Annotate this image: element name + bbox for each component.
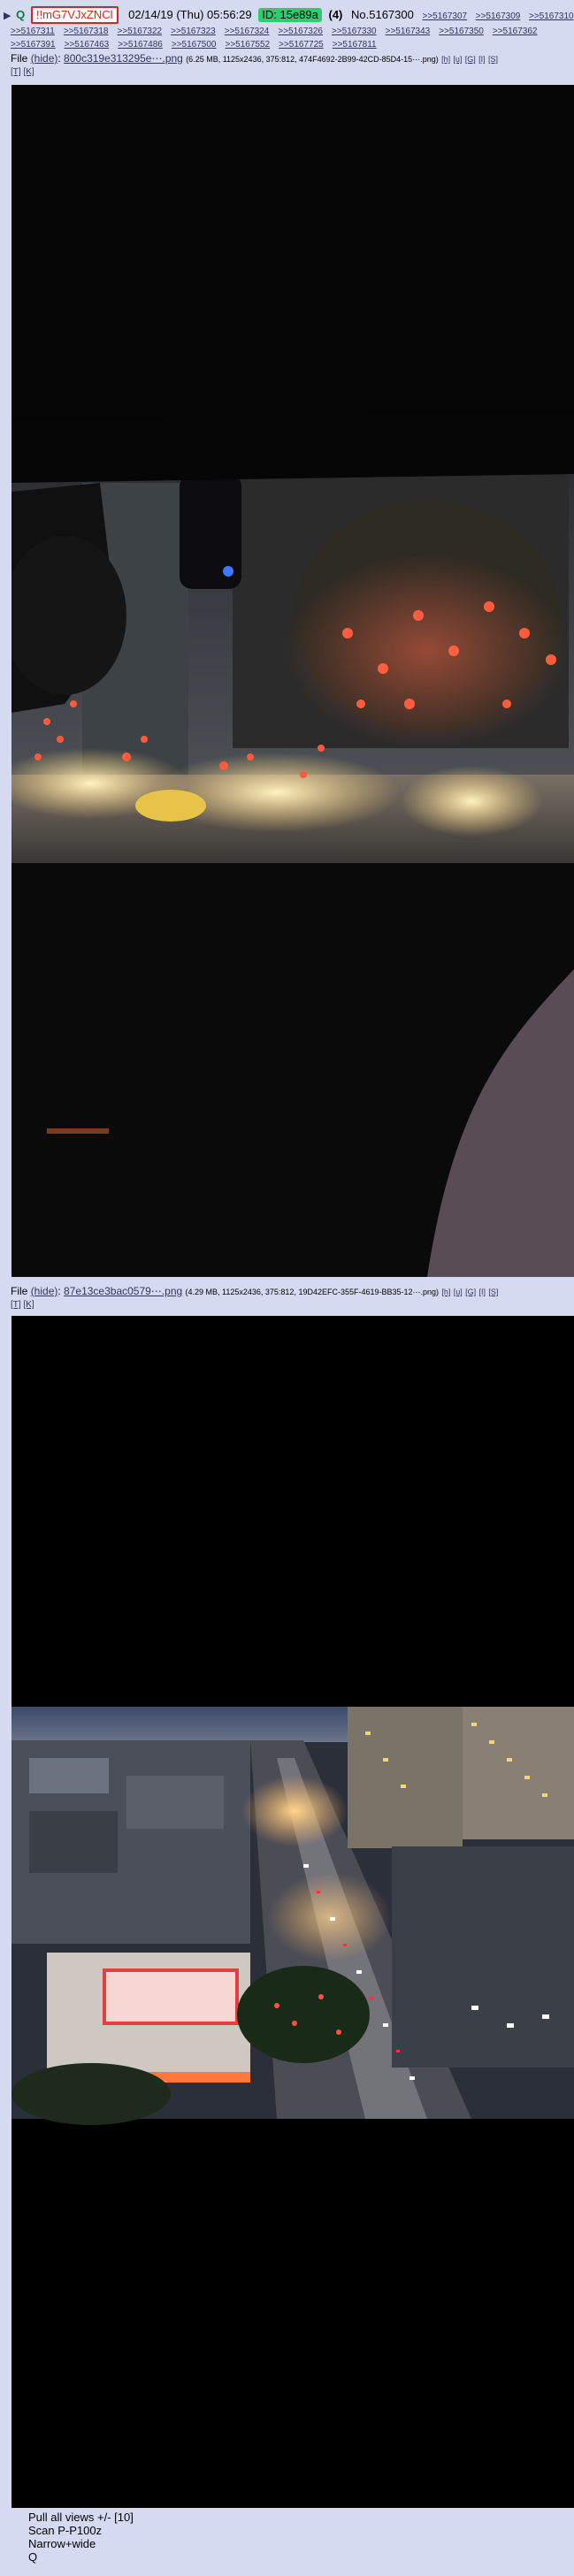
reply-link[interactable]: >>5167391 [11,40,56,50]
file-tool-h[interactable]: [h] [441,1288,450,1296]
post-arrow-icon[interactable]: ▶ [4,11,11,21]
reply-links-row: >>5167391 >>5167463 >>5167486 >>5167500 >>51… [11,38,570,51]
reply-link[interactable]: >>5167811 [333,40,377,50]
reply-link[interactable]: >>5167725 [279,40,324,50]
post-body-line-4: Q [28,2550,38,2564]
reply-link[interactable]: >>5167322 [118,27,163,36]
post-body-line-1: Pull all views +/- [10] [28,2511,134,2524]
file-tool-i[interactable]: [I] [478,1288,486,1296]
file-meta[interactable]: (6.25 MB, 1125x2436, 375:812, 474F4692-2… [186,55,439,64]
reply-link[interactable]: >>5167486 [118,40,163,50]
tripcode: !!mG7VJxZNCl [30,6,119,24]
tool-t-link[interactable]: [T] [11,1300,21,1310]
reply-link[interactable]: >>5167307 [422,11,467,21]
post-body-line-2: Scan P-P100z [28,2524,103,2537]
file-tool-s[interactable]: [S] [488,1288,498,1296]
aerial-city-photo [11,1316,574,2508]
reply-link[interactable]: >>5167324 [225,27,270,36]
reply-link[interactable]: >>5167326 [278,27,323,36]
post-number[interactable]: No.5167300 [351,8,414,21]
file-info-1: File (hide): 800c319e313295e⋯.png (6.25 … [11,52,499,65]
file-tools-extra: [T] [K] [11,1298,570,1312]
reply-link[interactable]: >>5167350 [439,27,484,36]
file-label: File [11,52,28,65]
reply-link[interactable]: >>5167463 [65,40,110,50]
file-tool-u[interactable]: [u] [453,55,462,64]
file-tool-g[interactable]: [G] [465,55,476,64]
reply-link[interactable]: >>5167323 [171,27,216,36]
reply-link[interactable]: >>5167310 [529,11,574,21]
file-label: File [11,1285,28,1297]
reply-link[interactable]: >>5167362 [493,27,538,36]
post-container: ▶ Q !!mG7VJxZNCl 02/14/19 (Thu) 05:56:29… [0,0,574,2576]
file-meta[interactable]: (4.29 MB, 1125x2436, 375:812, 19D42EFC-3… [186,1288,440,1296]
night-street-photo [11,85,574,1277]
post-image-2[interactable] [11,1316,574,2508]
post-image-1[interactable] [11,85,574,1277]
post-header: ▶ Q !!mG7VJxZNCl 02/14/19 (Thu) 05:56:29… [4,5,574,25]
tool-k-link[interactable]: [K] [23,1300,34,1310]
reply-link[interactable]: >>5167309 [476,11,521,21]
reply-link[interactable]: >>5167552 [226,40,271,50]
poster-id-count: (4) [328,8,343,21]
thread-tools: [T] [K] [11,65,570,80]
file-tool-s[interactable]: [S] [488,55,498,64]
q-badge: Q [16,8,26,21]
reply-link[interactable]: >>5167343 [386,27,431,36]
file-tool-g[interactable]: [G] [465,1288,476,1296]
file-info-2: File (hide): 87e13ce3bac0579⋯.png (4.29 … [11,1285,499,1297]
file-tool-i[interactable]: [I] [478,55,486,64]
post-body-line-3: Narrow+wide [28,2537,96,2550]
reply-link[interactable]: >>5167311 [11,27,55,36]
hide-file-link[interactable]: (hide) [31,1285,58,1297]
poster-id-badge[interactable]: ID: 15e89a [258,8,322,22]
reply-links-row: >>5167311 >>5167318 >>5167322 >>5167323 >>51… [11,25,570,38]
post-datetime: 02/14/19 (Thu) 05:56:29 [128,8,252,21]
post-body: Pull all views +/- [10] Scan P-P100z Nar… [28,2511,134,2564]
file-name-link[interactable]: 800c319e313295e⋯.png [64,52,183,65]
reply-link[interactable]: >>5167500 [172,40,217,50]
file-name-link[interactable]: 87e13ce3bac0579⋯.png [64,1285,182,1297]
file-tool-u[interactable]: [u] [454,1288,463,1296]
reply-link[interactable]: >>5167318 [64,27,109,36]
tool-k-link[interactable]: [K] [23,67,34,77]
file-tool-h[interactable]: [h] [441,55,450,64]
reply-link[interactable]: >>5167330 [332,27,377,36]
hide-file-link[interactable]: (hide) [31,52,58,65]
tool-t-link[interactable]: [T] [11,67,21,77]
